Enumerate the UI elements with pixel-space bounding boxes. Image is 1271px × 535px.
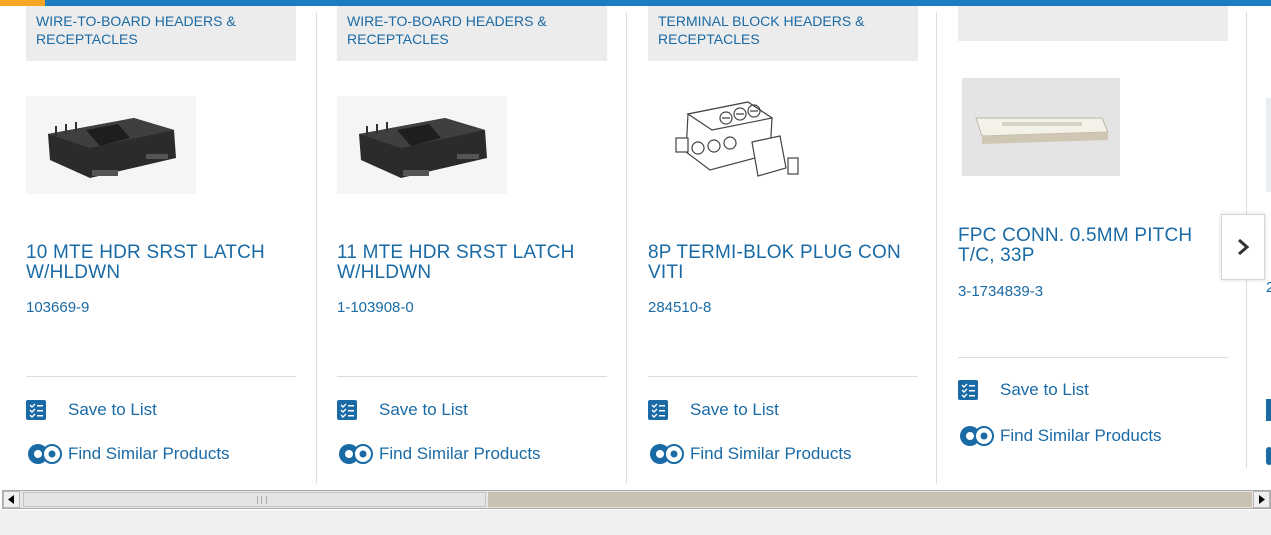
find-similar-products-button[interactable]: Find Similar Products <box>958 424 1162 448</box>
category-label[interactable]: WIRE-TO-BOARD HEADERS & RECEPTACLES <box>26 6 296 61</box>
partial-checklist-icon <box>1266 399 1271 421</box>
product-title-link[interactable]: 10 MTE HDR SRST LATCH W/HLDWN <box>26 243 298 283</box>
find-label: Find Similar Products <box>68 444 230 463</box>
category-label[interactable]: TERMINAL BLOCK HEADERS & RECEPTACLES <box>648 6 918 61</box>
gears-icon <box>648 442 686 466</box>
save-to-list-button[interactable]: Save to List <box>337 398 468 422</box>
scroll-right-button[interactable] <box>1253 491 1270 508</box>
chevron-right-icon <box>1238 238 1250 256</box>
gears-icon <box>26 442 64 466</box>
gears-icon <box>958 424 996 448</box>
carousel-next-button[interactable] <box>1221 214 1265 280</box>
save-to-list-button[interactable]: Save to List <box>648 398 779 422</box>
column-divider <box>626 12 627 484</box>
save-to-list-button[interactable]: Save to List <box>958 378 1089 402</box>
column-divider <box>936 12 937 484</box>
bottom-panel <box>0 510 1271 535</box>
scroll-left-button[interactable] <box>3 491 20 508</box>
scrollbar-grip <box>257 496 267 504</box>
partial-part-number[interactable]: 2 <box>1266 279 1271 296</box>
card-divider <box>26 376 296 377</box>
triangle-right-icon <box>1259 495 1265 504</box>
save-label: Save to List <box>68 400 157 419</box>
card-divider <box>958 357 1228 358</box>
product-title-link[interactable]: 8P TERMI-BLOK PLUG CON VITI <box>648 243 920 283</box>
category-label[interactable]: FPC CONNECTORS <box>958 6 1228 41</box>
product-carousel: WIRE-TO-BOARD HEADERS & RECEPTACLES 10 M… <box>0 6 1271 484</box>
checklist-icon <box>648 400 668 420</box>
find-similar-products-button[interactable]: Find Similar Products <box>648 442 852 466</box>
save-label: Save to List <box>690 400 779 419</box>
save-label: Save to List <box>379 400 468 419</box>
product-card: TERMINAL BLOCK HEADERS & RECEPTACLES 8P … <box>648 6 918 481</box>
checklist-icon <box>958 380 978 400</box>
partial-product-image[interactable] <box>1266 98 1271 192</box>
product-card: WIRE-TO-BOARD HEADERS & RECEPTACLES 10 M… <box>26 6 296 481</box>
save-to-list-button[interactable]: Save to List <box>26 398 157 422</box>
part-number-link[interactable]: 103669-9 <box>26 299 89 316</box>
product-card: FPC CONNECTORS FPC CONN. 0.5MM PITCH T/C… <box>958 6 1228 461</box>
product-image[interactable] <box>26 96 196 194</box>
checklist-icon <box>26 400 46 420</box>
checklist-icon <box>337 400 357 420</box>
find-similar-products-button[interactable]: Find Similar Products <box>26 442 230 466</box>
part-number-link[interactable]: 3-1734839-3 <box>958 283 1043 300</box>
part-number-link[interactable]: 1-103908-0 <box>337 299 414 316</box>
find-label: Find Similar Products <box>379 444 541 463</box>
find-label: Find Similar Products <box>690 444 852 463</box>
product-card: WIRE-TO-BOARD HEADERS & RECEPTACLES 11 M… <box>337 6 607 481</box>
part-number-link[interactable]: 284510-8 <box>648 299 711 316</box>
partial-gears-icon <box>1266 447 1271 465</box>
triangle-left-icon <box>8 495 14 504</box>
scrollbar-track[interactable] <box>488 492 1252 507</box>
gears-icon <box>337 442 375 466</box>
product-title-link[interactable]: 11 MTE HDR SRST LATCH W/HLDWN <box>337 243 609 283</box>
column-divider <box>316 12 317 484</box>
product-title-link[interactable]: FPC CONN. 0.5MM PITCH T/C, 33P <box>958 226 1230 266</box>
product-image[interactable] <box>648 96 818 194</box>
card-divider <box>337 376 607 377</box>
card-divider <box>648 376 918 377</box>
product-image[interactable] <box>337 96 507 194</box>
save-label: Save to List <box>1000 380 1089 399</box>
category-label[interactable]: WIRE-TO-BOARD HEADERS & RECEPTACLES <box>337 6 607 61</box>
scrollbar-thumb[interactable] <box>23 492 486 507</box>
product-image[interactable] <box>962 78 1120 176</box>
horizontal-scrollbar[interactable] <box>2 490 1271 509</box>
find-label: Find Similar Products <box>1000 426 1162 445</box>
find-similar-products-button[interactable]: Find Similar Products <box>337 442 541 466</box>
